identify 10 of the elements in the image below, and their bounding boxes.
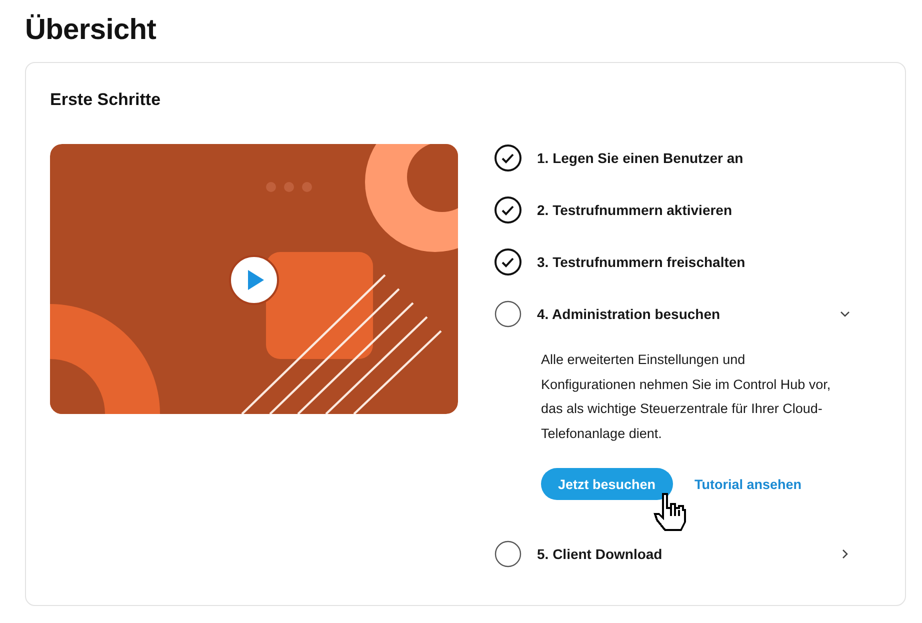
tutorial-link[interactable]: Tutorial ansehen xyxy=(694,476,802,492)
step-label[interactable]: 3. Testrufnummern freischalten xyxy=(537,254,855,270)
page-title: Übersicht xyxy=(25,14,158,47)
step-description: Alle erweiterten Einstellungen und Konfigurationen nehmen Sie im Control Hub vor, das als wichtige Steuerzentrale für Ihrer Cloud-Telefonanlage dient. xyxy=(541,351,832,443)
step-label[interactable]: 5. Client Download xyxy=(537,546,824,562)
hand-cursor-icon xyxy=(653,492,687,532)
card-heading: Erste Schritte xyxy=(50,90,162,110)
step-label[interactable]: 4. Administration besuchen xyxy=(537,306,824,322)
step-label[interactable]: 2. Testrufnummern aktivieren xyxy=(537,202,855,218)
step-label[interactable]: 1. Legen Sie einen Benutzer an xyxy=(537,150,855,166)
